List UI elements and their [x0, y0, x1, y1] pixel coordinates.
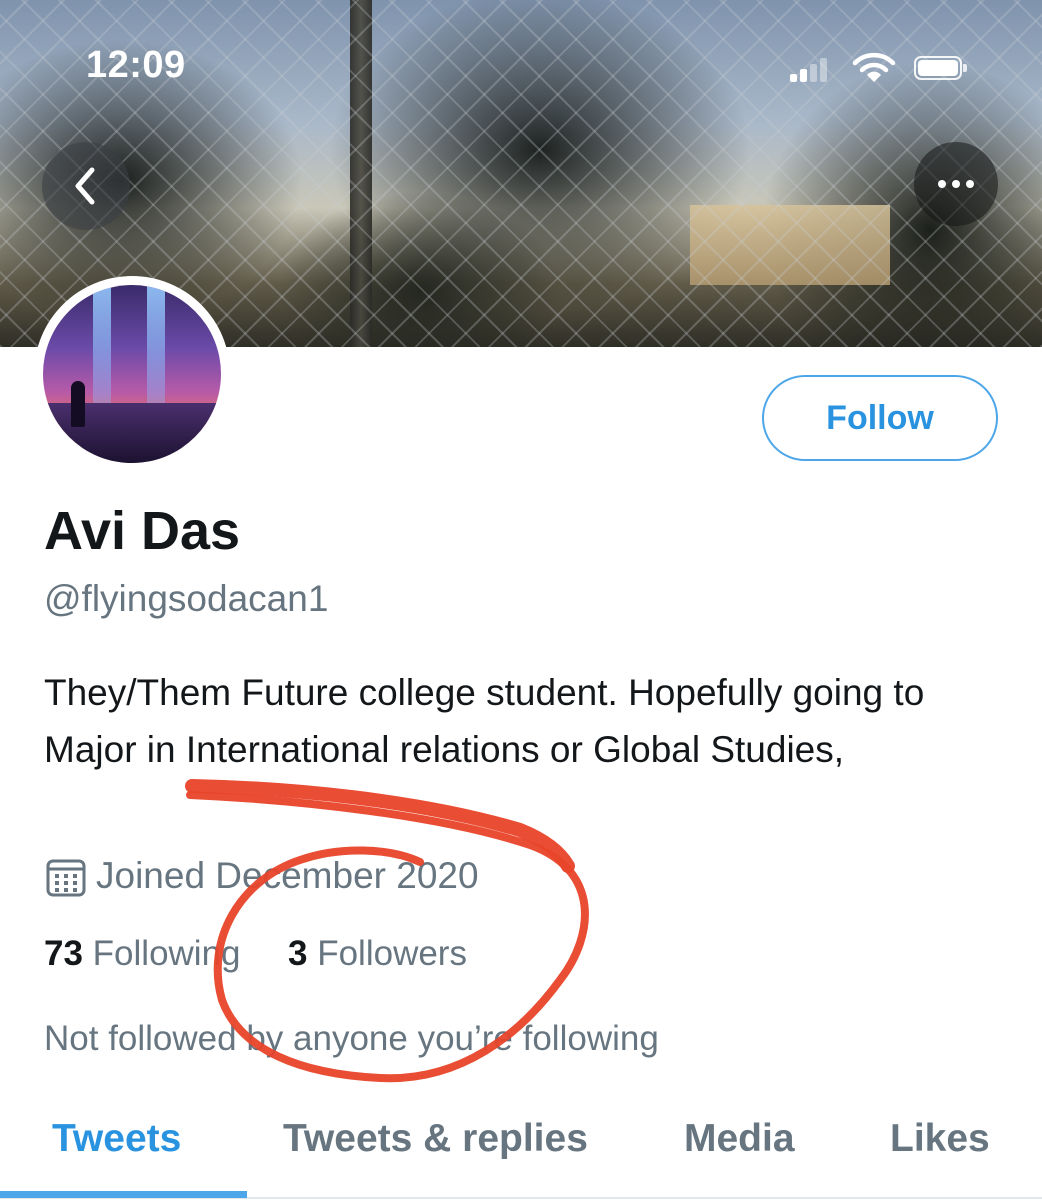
joined-text: Joined December 2020 — [96, 855, 479, 896]
calendar-icon — [46, 859, 86, 897]
following-stat[interactable]: 73 Following — [44, 934, 241, 974]
followers-count: 3 — [288, 934, 308, 973]
follow-button[interactable]: Follow — [762, 375, 998, 461]
active-tab-indicator — [0, 1191, 247, 1198]
signal-icon — [790, 58, 830, 82]
battery-icon — [914, 56, 967, 80]
tab-tweets[interactable]: Tweets — [52, 1117, 181, 1161]
wifi-icon — [852, 52, 896, 82]
more-horizontal-icon — [938, 180, 974, 188]
user-handle: @flyingsodacan1 — [44, 578, 329, 619]
display-name: Avi Das — [44, 501, 241, 561]
profile-bio: They/Them Future college student. Hopefu… — [44, 672, 925, 770]
social-context: Not followed by anyone you’re following — [44, 1019, 659, 1058]
tab-media[interactable]: Media — [684, 1117, 795, 1161]
tab-tweets-replies[interactable]: Tweets & replies — [283, 1117, 588, 1161]
following-count: 73 — [44, 934, 83, 973]
avatar-image — [43, 285, 221, 463]
status-time: 12:09 — [86, 44, 186, 86]
following-label: Following — [92, 934, 241, 973]
followers-stat[interactable]: 3 Followers — [288, 934, 467, 974]
tab-likes[interactable]: Likes — [890, 1117, 990, 1161]
back-button[interactable] — [42, 142, 130, 230]
avatar[interactable] — [34, 276, 230, 472]
followers-label: Followers — [317, 934, 467, 973]
chevron-left-icon — [75, 167, 95, 205]
status-icons — [790, 52, 980, 84]
more-options-button[interactable] — [914, 142, 998, 226]
